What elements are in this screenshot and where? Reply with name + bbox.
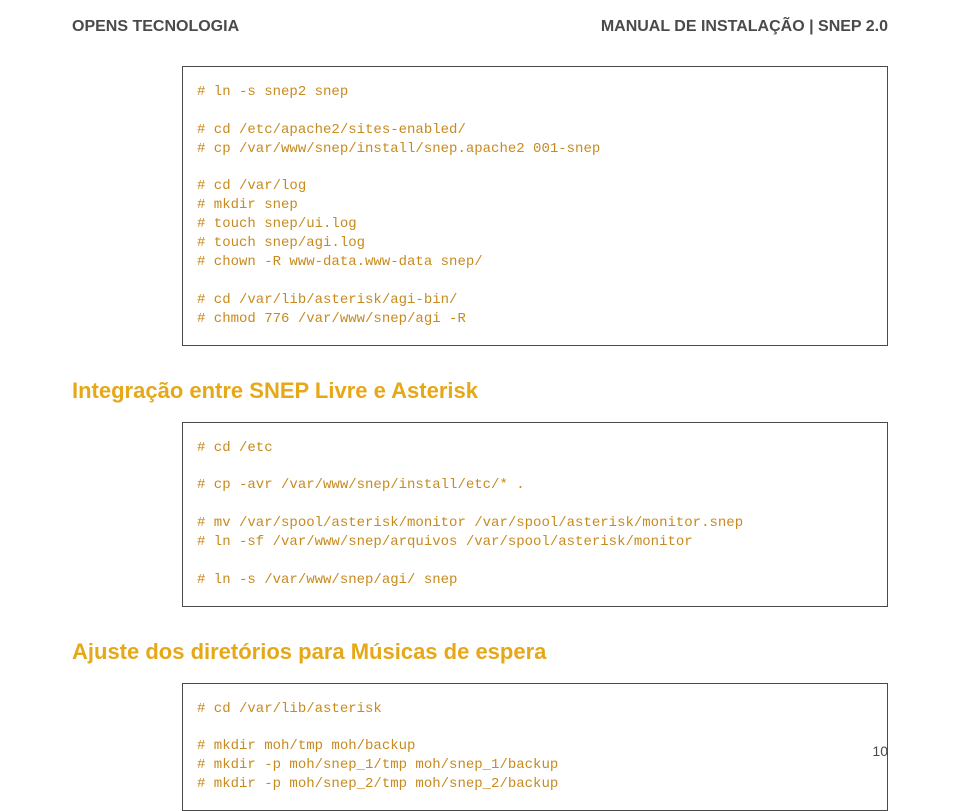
header-left: OPENS TECNOLOGIA — [72, 18, 239, 36]
section-title-integration: Integração entre SNEP Livre e Asterisk — [72, 378, 888, 404]
code-block-1: # ln -s snep2 snep # cd /etc/apache2/sit… — [182, 66, 888, 346]
code-block-3: # cd /var/lib/asterisk # mkdir moh/tmp m… — [182, 683, 888, 811]
page-content: # ln -s snep2 snep # cd /etc/apache2/sit… — [0, 36, 960, 811]
code-block-2: # cd /etc # cp -avr /var/www/snep/instal… — [182, 422, 888, 607]
page-number: 10 — [872, 743, 888, 759]
header-right: MANUAL DE INSTALAÇÃO | SNEP 2.0 — [601, 18, 888, 36]
page-header: OPENS TECNOLOGIA MANUAL DE INSTALAÇÃO | … — [0, 0, 960, 36]
section-title-moh: Ajuste dos diretórios para Músicas de es… — [72, 639, 888, 665]
